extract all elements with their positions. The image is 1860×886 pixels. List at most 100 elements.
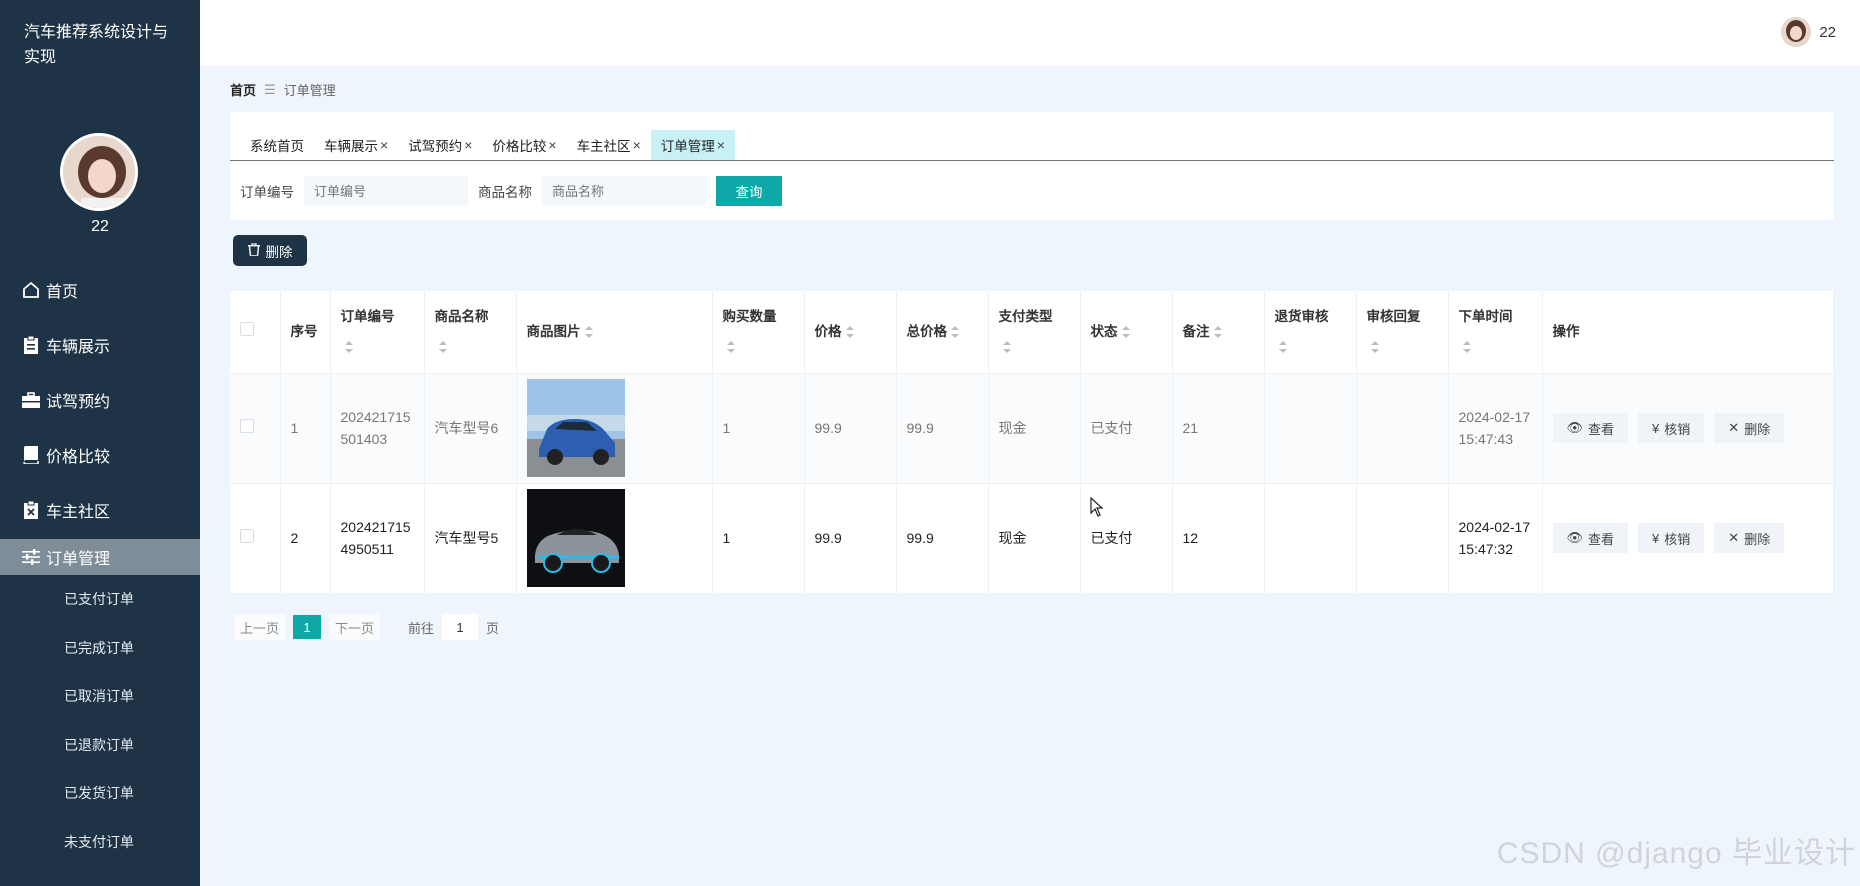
column-header-label: 下单时间 xyxy=(1458,308,1513,324)
row-checkbox[interactable] xyxy=(240,529,254,544)
sort-icon[interactable] xyxy=(1370,341,1379,354)
cell-return-review xyxy=(1264,482,1357,593)
submenu-item-shipped[interactable]: 已发货订单 xyxy=(0,769,200,818)
sort-icon[interactable] xyxy=(1213,326,1222,339)
sort-icon[interactable] xyxy=(584,326,593,339)
select-all-checkbox[interactable] xyxy=(240,321,254,336)
sort-icon[interactable] xyxy=(1278,341,1287,354)
avatar[interactable] xyxy=(1781,17,1812,47)
sort-icon[interactable] xyxy=(1121,326,1130,339)
column-header[interactable]: 商品图片 xyxy=(516,291,713,373)
submenu-item-unpaid[interactable]: 未支付订单 xyxy=(0,818,200,867)
cell-pay-type: 现金 xyxy=(988,372,1081,483)
avatar[interactable] xyxy=(60,133,138,211)
column-header[interactable]: 状态 xyxy=(1080,291,1173,373)
row-delete-button[interactable]: ✕ 删除 xyxy=(1714,523,1785,554)
goto-page: 前往 页 xyxy=(408,614,499,640)
search-form: 订单编号 商品名称 查询 xyxy=(240,176,782,206)
orders-table: 序号 订单编号 商品名称 商品图片 购买数量 价格 总价格 支付类型 状态 备注… xyxy=(230,291,1834,593)
row-checkbox[interactable] xyxy=(240,419,254,433)
page-number[interactable]: 1 xyxy=(293,615,322,639)
user-menu[interactable]: 22 xyxy=(1781,17,1836,47)
sidebar-item-community[interactable]: 车主社区 xyxy=(0,482,200,537)
tab-orders[interactable]: 订单管理 × xyxy=(650,130,735,160)
tab-test-drive[interactable]: 试驾预约 × xyxy=(398,130,482,160)
goto-page-input[interactable] xyxy=(442,614,479,640)
sort-icon[interactable] xyxy=(951,326,959,339)
close-icon[interactable]: × xyxy=(380,137,388,153)
submenu-item-paid[interactable]: 已支付订单 xyxy=(0,575,200,624)
sort-icon[interactable] xyxy=(1462,341,1471,354)
column-header[interactable]: 支付类型 xyxy=(988,291,1081,373)
sort-icon[interactable] xyxy=(1002,341,1011,354)
cell-return-review xyxy=(1264,372,1357,483)
sidebar-item-label: 价格比较 xyxy=(46,448,111,466)
close-icon[interactable]: × xyxy=(548,137,556,153)
sort-icon[interactable] xyxy=(344,341,353,354)
column-header[interactable]: 商品名称 xyxy=(424,291,517,373)
sort-icon[interactable] xyxy=(726,341,735,354)
column-header: 序号 xyxy=(280,291,331,373)
sort-icon[interactable] xyxy=(438,341,447,354)
tab-vehicles[interactable]: 车辆展示 × xyxy=(314,130,398,160)
submenu-item-cancelled[interactable]: 已取消订单 xyxy=(0,672,200,721)
column-header-label: 状态 xyxy=(1090,323,1118,339)
column-header[interactable]: 下单时间 xyxy=(1448,291,1543,373)
column-header[interactable]: 总价格 xyxy=(896,291,989,373)
column-header[interactable]: 订单编号 xyxy=(330,291,425,373)
column-header[interactable]: 备注 xyxy=(1172,291,1265,373)
table-row[interactable]: 1 202421715501403 汽车型号6 1 99.9 99.9 现金 已… xyxy=(230,372,1834,483)
sidebar-user-name: 22 xyxy=(91,218,109,235)
product-image[interactable] xyxy=(526,379,625,477)
cell-index: 1 xyxy=(280,372,331,483)
search-panel: 系统首页 车辆展示 × 试驾预约 × 价格比较 × 车主社区 × 订单管理 × 订单编号 … xyxy=(230,112,1834,220)
menu-icon: ☰ xyxy=(264,81,276,97)
sidebar-item-test-drive[interactable]: 试驾预约 xyxy=(0,372,200,427)
close-icon[interactable]: × xyxy=(633,137,641,153)
submenu-item-refunded[interactable]: 已退款订单 xyxy=(0,721,200,770)
tab-label: 车主社区 xyxy=(576,139,631,154)
product-name-input[interactable] xyxy=(542,176,706,206)
tab-label: 订单管理 xyxy=(660,139,715,154)
column-header[interactable]: 审核回复 xyxy=(1356,291,1449,373)
cell-total: 99.9 xyxy=(896,482,989,593)
breadcrumb-current: 订单管理 xyxy=(283,83,336,98)
cancel-button[interactable]: ¥ 核销 xyxy=(1638,413,1705,443)
close-icon[interactable]: × xyxy=(717,137,725,153)
cancel-button[interactable]: ¥ 核销 xyxy=(1638,523,1705,554)
sliders-icon xyxy=(20,546,42,568)
sort-icon[interactable] xyxy=(845,326,854,339)
yen-icon: ¥ xyxy=(1652,420,1660,436)
table-row[interactable]: 2 2024217154950511 汽车型号5 1 99.9 99.9 现金 … xyxy=(230,482,1834,593)
sidebar-item-orders[interactable]: 订单管理 xyxy=(0,539,200,575)
sidebar-menu: 首页 车辆展示 试驾预约 价格比较 车主社区 订单管理 xyxy=(0,262,200,575)
cell-price: 99.9 xyxy=(804,482,897,593)
tab-price-compare[interactable]: 价格比较 × xyxy=(482,130,566,160)
submenu-item-completed[interactable]: 已完成订单 xyxy=(0,624,200,673)
column-header[interactable]: 价格 xyxy=(804,291,897,373)
tab-label: 车辆展示 xyxy=(324,139,378,154)
mouse-cursor-icon xyxy=(1090,497,1104,517)
tab-system-home[interactable]: 系统首页 xyxy=(240,130,314,160)
close-icon[interactable]: × xyxy=(464,137,472,153)
product-image[interactable] xyxy=(526,489,625,588)
cell-product: 汽车型号5 xyxy=(424,482,517,593)
breadcrumb-home[interactable]: 首页 xyxy=(230,80,256,99)
view-button[interactable]: 👁 查看 xyxy=(1552,523,1629,554)
tab-label: 系统首页 xyxy=(250,139,304,154)
column-header[interactable]: 购买数量 xyxy=(712,291,805,373)
prev-page-button[interactable]: 上一页 xyxy=(234,614,286,640)
delete-button[interactable]: 删除 xyxy=(233,235,307,266)
sidebar-item-label: 首页 xyxy=(46,283,79,301)
sidebar-item-home[interactable]: 首页 xyxy=(0,262,200,317)
order-no-input[interactable] xyxy=(304,176,468,206)
sidebar-item-vehicles[interactable]: 车辆展示 xyxy=(0,317,200,372)
sidebar-item-price-compare[interactable]: 价格比较 xyxy=(0,427,200,482)
row-delete-button-label: 删除 xyxy=(1744,531,1771,547)
row-delete-button[interactable]: ✕ 删除 xyxy=(1714,413,1785,443)
column-header[interactable]: 退货审核 xyxy=(1264,291,1357,373)
query-button[interactable]: 查询 xyxy=(716,176,782,206)
next-page-button[interactable]: 下一页 xyxy=(329,614,381,640)
tab-community[interactable]: 车主社区 × xyxy=(567,130,651,160)
view-button[interactable]: 👁 查看 xyxy=(1552,413,1629,443)
